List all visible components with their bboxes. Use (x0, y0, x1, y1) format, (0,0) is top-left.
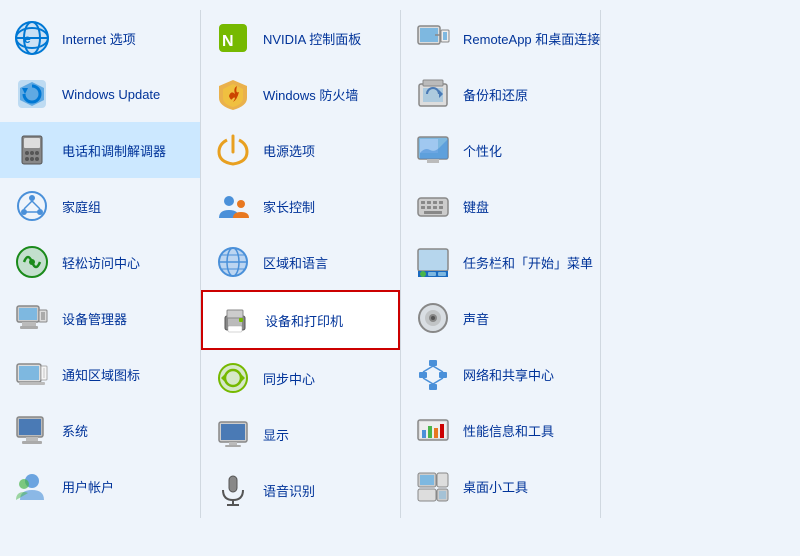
power-icon (213, 130, 253, 170)
user-accounts-item[interactable]: 用户帐户 (0, 458, 200, 514)
display-icon (213, 414, 253, 454)
sound-item[interactable]: 声音 (401, 290, 600, 346)
device-manager-label: 设备管理器 (62, 309, 127, 328)
display-label: 显示 (263, 425, 289, 444)
devices-printers-item[interactable]: 设备和打印机 (201, 290, 400, 350)
backup-restore-item[interactable]: 备份和还原 (401, 66, 600, 122)
keyboard-icon (413, 186, 453, 226)
windows-firewall-label: Windows 防火墙 (263, 85, 358, 104)
device-manager-icon (12, 298, 52, 338)
svg-text:e: e (24, 32, 31, 46)
firewall-icon (213, 74, 253, 114)
keyboard-label: 键盘 (463, 197, 489, 216)
speech-recognition-item[interactable]: 语音识别 (201, 462, 400, 518)
power-options-label: 电源选项 (263, 141, 315, 160)
speech-icon (213, 470, 253, 510)
personalization-label: 个性化 (463, 141, 502, 160)
desktop-gadgets-item[interactable]: 桌面小工具 (401, 458, 600, 514)
performance-label: 性能信息和工具 (463, 421, 554, 440)
nvidia-control-label: NVIDIA 控制面板 (263, 29, 361, 48)
sound-icon (413, 298, 453, 338)
sync-center-item[interactable]: 同步中心 (201, 350, 400, 406)
internet-options-label: Internet 选项 (62, 29, 136, 48)
sync-center-label: 同步中心 (263, 369, 315, 388)
user-accounts-label: 用户帐户 (62, 477, 114, 496)
parental-controls-item[interactable]: 家长控制 (201, 178, 400, 234)
power-options-item[interactable]: 电源选项 (201, 122, 400, 178)
gadgets-icon (413, 466, 453, 506)
system-label: 系统 (62, 421, 88, 440)
performance-icon (413, 410, 453, 450)
internet-options-item[interactable]: e Internet 选项 (0, 10, 200, 66)
notification-icon (12, 354, 52, 394)
windows-update-label: Windows Update (62, 87, 160, 102)
ie-icon: e (12, 18, 52, 58)
notification-icons-label: 通知区域图标 (62, 365, 140, 384)
ease-access-item[interactable]: 轻松访问中心 (0, 234, 200, 290)
svg-text:N: N (222, 33, 234, 50)
desktop-gadgets-label: 桌面小工具 (463, 477, 528, 496)
phone-modem-label: 电话和调制解调器 (62, 141, 166, 160)
homegroup-label: 家庭组 (62, 197, 101, 216)
remoteapp-label: RemoteApp 和桌面连接 (463, 29, 600, 48)
nvidia-control-item[interactable]: N NVIDIA 控制面板 (201, 10, 400, 66)
windows-update-icon (12, 74, 52, 114)
keyboard-item[interactable]: 键盘 (401, 178, 600, 234)
region-icon (213, 242, 253, 282)
devices-printers-label: 设备和打印机 (265, 311, 343, 330)
speech-recognition-label: 语音识别 (263, 481, 315, 500)
sound-label: 声音 (463, 309, 489, 328)
display-item[interactable]: 显示 (201, 406, 400, 462)
homegroup-item[interactable]: 家庭组 (0, 178, 200, 234)
parental-controls-label: 家长控制 (263, 197, 315, 216)
sync-icon (213, 358, 253, 398)
ease-access-label: 轻松访问中心 (62, 253, 140, 272)
region-language-label: 区域和语言 (263, 253, 328, 272)
backup-restore-label: 备份和还原 (463, 85, 528, 104)
remoteapp-icon (413, 18, 453, 58)
taskbar-icon (413, 242, 453, 282)
system-icon (12, 410, 52, 450)
homegroup-icon (12, 186, 52, 226)
ease-access-icon (12, 242, 52, 282)
devices-printers-icon (215, 300, 255, 340)
windows-firewall-item[interactable]: Windows 防火墙 (201, 66, 400, 122)
system-item[interactable]: 系统 (0, 402, 200, 458)
taskbar-start-label: 任务栏和「开始」菜单 (463, 253, 593, 272)
network-sharing-item[interactable]: 网络和共享中心 (401, 346, 600, 402)
performance-item[interactable]: 性能信息和工具 (401, 402, 600, 458)
nvidia-icon: N (213, 18, 253, 58)
taskbar-start-item[interactable]: 任务栏和「开始」菜单 (401, 234, 600, 290)
phone-modem-icon (12, 130, 52, 170)
network-icon (413, 354, 453, 394)
network-sharing-label: 网络和共享中心 (463, 365, 554, 384)
remoteapp-item[interactable]: RemoteApp 和桌面连接 (401, 10, 600, 66)
personalization-item[interactable]: 个性化 (401, 122, 600, 178)
phone-modem-item[interactable]: 电话和调制解调器 (0, 122, 200, 178)
personalization-icon (413, 130, 453, 170)
region-language-item[interactable]: 区域和语言 (201, 234, 400, 290)
backup-icon (413, 74, 453, 114)
device-manager-item[interactable]: 设备管理器 (0, 290, 200, 346)
notification-icons-item[interactable]: 通知区域图标 (0, 346, 200, 402)
parental-icon (213, 186, 253, 226)
user-accounts-icon (12, 466, 52, 506)
windows-update-item[interactable]: Windows Update (0, 66, 200, 122)
